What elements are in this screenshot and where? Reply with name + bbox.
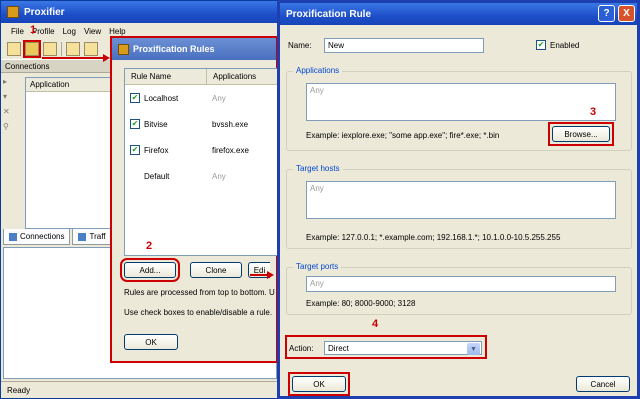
rule-title-bar: Proxification Rule ? X — [280, 3, 637, 25]
target-hosts-group-label: Target hosts — [293, 164, 343, 173]
rules-dialog-title: Proxification Rules — [133, 44, 215, 54]
name-label: Name: — [288, 41, 312, 50]
step-2-marker: 2 — [146, 240, 153, 252]
save-profile-icon[interactable] — [84, 42, 98, 56]
collapse-arrow-icon[interactable]: ▾ — [3, 92, 23, 101]
rule-enabled-checkbox[interactable]: ✔ — [130, 93, 140, 103]
rule-enabled-checkbox[interactable]: ✔ — [130, 119, 140, 129]
help-icon[interactable]: ? — [598, 5, 615, 22]
rules-dialog-icon — [118, 43, 129, 55]
enabled-checkbox[interactable]: ✔ — [536, 40, 546, 50]
add-rule-button[interactable]: Add... — [120, 258, 180, 282]
step-1-marker: 1 — [30, 24, 37, 36]
proxy-servers-icon[interactable] — [7, 42, 21, 56]
menu-view[interactable]: View — [84, 27, 101, 36]
rule-name-column-header[interactable]: Rule Name — [125, 69, 207, 84]
rule-dialog-title: Proxification Rule — [286, 8, 372, 20]
target-hosts-field[interactable]: Any — [306, 181, 616, 219]
connections-tab-icon — [9, 232, 17, 241]
table-row[interactable]: ✔ Firefox firefox.exe — [125, 137, 279, 163]
browse-highlight — [548, 122, 614, 146]
enabled-label: Enabled — [550, 41, 580, 50]
proxification-rule-dialog: Proxification Rule ? X Name: New ✔ Enabl… — [277, 0, 640, 399]
menu-log[interactable]: Log — [63, 27, 76, 36]
rule-applications: firefox.exe — [212, 145, 249, 155]
tab-connections-label: Connections — [20, 232, 65, 241]
cancel-button[interactable]: Cancel — [576, 376, 630, 392]
rule-name: Localhost — [144, 93, 179, 103]
proxifier-app-icon — [7, 6, 19, 18]
action-highlight — [285, 335, 487, 359]
rule-name: Bitvise — [144, 119, 168, 129]
step-2-arrowhead — [267, 271, 274, 279]
rules-button-row: Add... Clone Edi — [120, 258, 270, 282]
step-3-marker: 3 — [590, 106, 597, 118]
table-row[interactable]: ✔ Bitvise bvssh.exe — [125, 111, 279, 137]
ok-highlight — [288, 372, 350, 396]
applications-example: Example: iexplore.exe; "some app.exe"; f… — [306, 131, 500, 140]
main-window-title: Proxifier — [24, 6, 65, 18]
name-resolution-icon[interactable] — [43, 42, 57, 56]
main-title-bar: Proxifier — [1, 1, 277, 23]
close-icon[interactable]: X — [618, 5, 635, 22]
step-1-arrowhead — [103, 54, 110, 62]
clone-rule-button[interactable]: Clone — [190, 262, 242, 278]
rule-enabled-checkbox[interactable]: ✔ — [130, 145, 140, 155]
target-ports-example: Example: 80; 8000-9000; 3128 — [306, 299, 416, 308]
rules-table-header: Rule Name Applications — [125, 69, 279, 85]
table-row[interactable]: Default Any — [125, 163, 279, 189]
open-profile-icon[interactable] — [66, 42, 80, 56]
rule-name: Default — [144, 171, 170, 181]
filter-icon[interactable]: ⚲ — [3, 122, 23, 131]
tab-connections[interactable]: Connections — [3, 229, 71, 245]
menu-file[interactable]: File — [11, 27, 24, 36]
status-bar: Ready — [1, 381, 277, 399]
rule-name: Firefox — [144, 145, 169, 155]
tab-traffic-label: Traff — [89, 232, 106, 241]
target-ports-group-label: Target ports — [293, 262, 342, 271]
tab-traffic[interactable]: Traff — [72, 229, 112, 245]
proxification-rules-dialog: Proxification Rules Rule Name Applicatio… — [110, 36, 280, 363]
applications-column-header[interactable]: Applications — [207, 69, 256, 84]
target-hosts-example: Example: 127.0.0.1; *.example.com; 192.1… — [306, 233, 561, 242]
step-1-arrow — [42, 57, 104, 59]
expand-arrow-icon[interactable]: ▸ — [3, 77, 23, 86]
rules-table: Rule Name Applications ✔ Localhost Any ✔ B… — [124, 68, 280, 256]
side-controls: ▸ ▾ ✕ ⚲ — [3, 77, 23, 227]
remove-icon[interactable]: ✕ — [3, 107, 23, 116]
applications-group-label: Applications — [293, 66, 343, 75]
step-2-arrow — [250, 274, 268, 276]
rules-order-note: Rules are processed from top to bottom. … — [124, 288, 275, 297]
rule-applications: Any — [212, 93, 226, 103]
rule-applications: bvssh.exe — [212, 119, 249, 129]
rules-title-bar: Proxification Rules — [112, 38, 276, 60]
menu-help[interactable]: Help — [109, 27, 125, 36]
applications-field[interactable]: Any — [306, 83, 616, 121]
table-row[interactable]: ✔ Localhost Any — [125, 85, 279, 111]
step-4-marker: 4 — [372, 318, 379, 330]
target-ports-field[interactable]: Any — [306, 276, 616, 292]
rules-checkbox-note: Use check boxes to enable/disable a rule… — [124, 308, 273, 317]
rule-name-field[interactable]: New — [324, 38, 484, 53]
rule-applications: Any — [212, 171, 226, 181]
toolbar-separator — [61, 42, 62, 56]
traffic-tab-icon — [78, 232, 87, 241]
rules-ok-button[interactable]: OK — [124, 334, 178, 350]
proxification-rules-icon[interactable] — [23, 40, 41, 58]
